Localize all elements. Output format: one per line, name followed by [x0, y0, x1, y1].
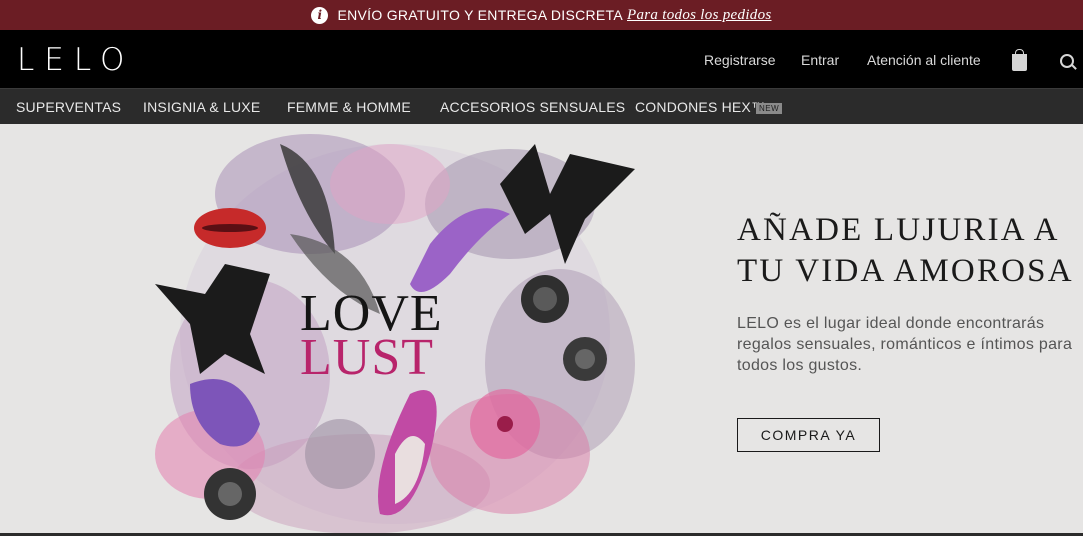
nav-item-condones-hex[interactable]: CONDONES HEX™ — [635, 99, 765, 115]
search-icon[interactable] — [1060, 54, 1074, 68]
new-badge: NEW — [756, 103, 783, 114]
main-nav: SUPERVENTAS INSIGNIA & LUXE FEMME & HOMM… — [0, 88, 1083, 125]
nav-item-femme-homme[interactable]: FEMME & HOMME — [287, 99, 411, 115]
nav-item-superventas[interactable]: SUPERVENTAS — [16, 99, 121, 115]
info-icon: i — [311, 6, 329, 24]
nav-item-accesorios[interactable]: ACCESORIOS SENSUALES — [440, 99, 625, 115]
logo[interactable]: LELO — [17, 42, 134, 78]
login-link[interactable]: Entrar — [801, 52, 839, 68]
customer-service-link[interactable]: Atención al cliente — [867, 52, 981, 68]
hero-description: LELO es el lugar ideal donde encontrarás… — [737, 315, 1073, 374]
hero-headline-line2: TU VIDA AMOROSA — [737, 253, 1074, 289]
shop-now-button[interactable]: COMPRA YA — [737, 418, 880, 452]
hero-headline: AÑADE LUJURIA A TU VIDA AMOROSA — [737, 210, 1074, 292]
site-header: LELO Registrarse Entrar Atención al clie… — [0, 30, 1083, 88]
promo-bar: i ENVÍO GRATUITO Y ENTREGA DISCRETA Para… — [0, 0, 1083, 30]
art-title-lust: LUST — [300, 329, 434, 386]
hero-headline-line1: AÑADE LUJURIA A — [737, 212, 1060, 248]
nav-item-insignia-luxe[interactable]: INSIGNIA & LUXE — [143, 99, 260, 115]
bag-icon[interactable] — [1012, 49, 1027, 71]
promo-text: ENVÍO GRATUITO Y ENTREGA DISCRETA — [337, 7, 623, 23]
promo-link[interactable]: Para todos los pedidos — [627, 7, 772, 24]
register-link[interactable]: Registrarse — [704, 52, 776, 68]
